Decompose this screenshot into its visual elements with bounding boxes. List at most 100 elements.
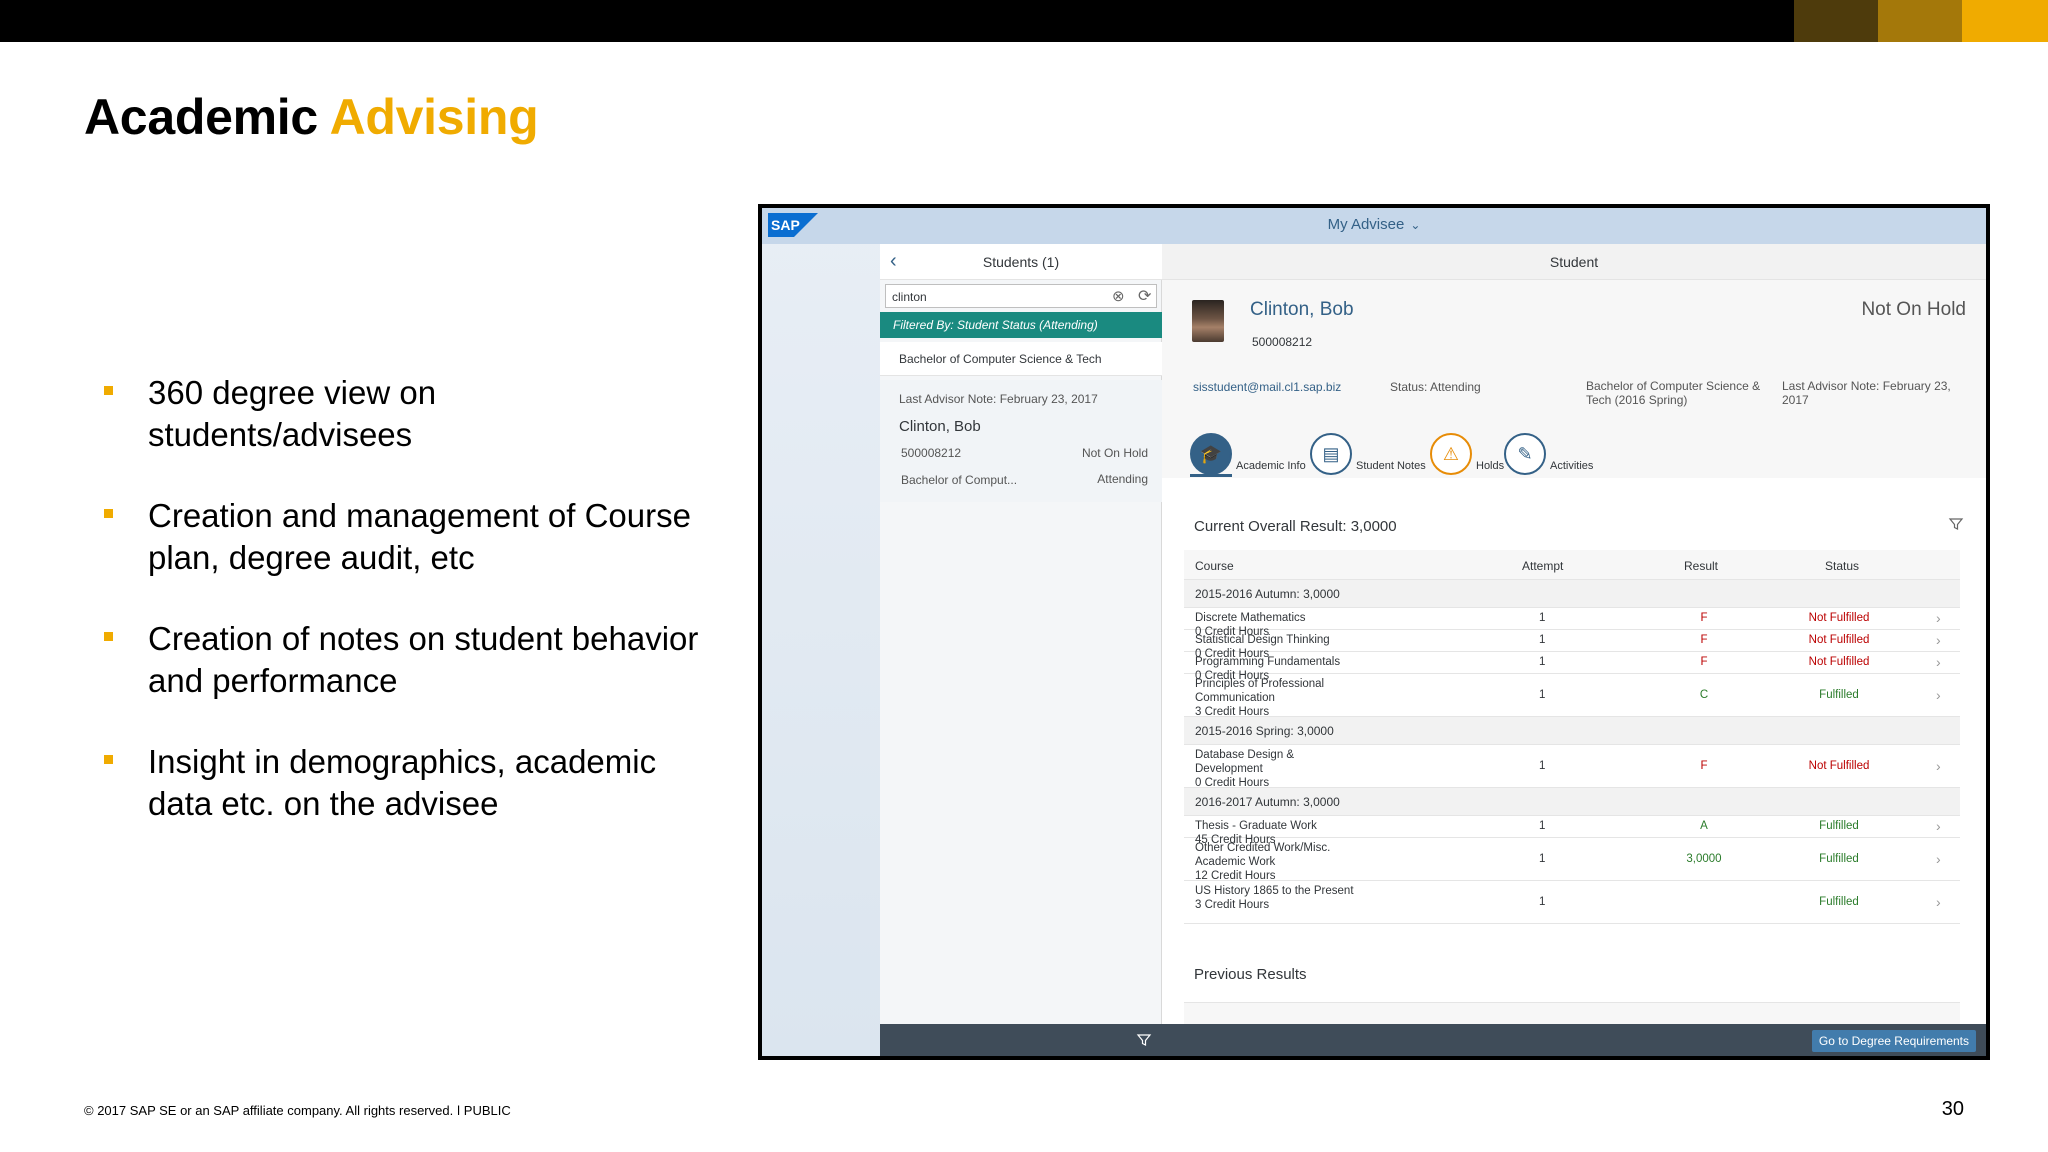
course-result: C [1699,689,1709,701]
course-status: Not Fulfilled [1808,656,1870,668]
student-list-item[interactable]: Last Advisor Note: February 23, 2017 Cli… [880,380,1162,502]
notes-icon: ▤ [1310,433,1352,475]
term-group-row: 2016-2017 Autumn: 3,0000 [1184,788,1960,816]
results-table-body: 2015-2016 Autumn: 3,0000 Discrete Mathema… [1184,580,1960,924]
course-result: F [1700,656,1708,668]
chevron-right-icon: › [1936,654,1941,670]
activities-icon: ✎ [1504,433,1546,475]
title-main: Academic [84,89,330,145]
go-to-degree-requirements-button[interactable]: Go to Degree Requirements [1811,1030,1976,1052]
course-result: A [1700,820,1708,832]
student-program: Bachelor of Comput... [901,473,1018,487]
table-row[interactable]: Programming Fundamentals 0 Credit Hours 1… [1184,652,1960,682]
course-attempt: 1 [1539,689,1546,701]
table-row[interactable]: Database Design & Development 0 Credit H… [1184,745,1960,789]
detail-student-id: 500008212 [1252,335,1313,349]
band-swatch-gold [1962,0,2048,42]
student-id: 500008212 [901,446,962,460]
course-attempt: 1 [1539,853,1546,865]
bullet-square-icon [104,509,113,518]
filter-icon[interactable] [1948,516,1964,532]
overall-result: Current Overall Result: 3,0000 [1194,518,1397,535]
table-row[interactable]: Principles of Professional Communication… [1184,674,1960,718]
course-status: Fulfilled [1819,853,1859,865]
course-status: Not Fulfilled [1808,634,1870,646]
student-search-input[interactable]: clinton ⊗ ⟳ [885,284,1157,308]
course-name: Other Credited Work/Misc. Academic Work … [1195,842,1331,882]
tab-label: Academic Info [1236,460,1306,472]
filter-icon[interactable] [1136,1032,1152,1048]
page-number: 30 [1941,1098,1964,1120]
table-row[interactable]: Other Credited Work/Misc. Academic Work … [1184,838,1960,882]
chevron-right-icon: › [1936,818,1941,834]
student-name: Clinton, Bob [899,418,981,435]
student-status: Attending [1097,472,1148,486]
bullet-item: Creation of notes on student behavior an… [100,618,700,702]
course-attempt: 1 [1539,896,1546,908]
course-attempt: 1 [1539,760,1546,772]
bullet-square-icon [104,386,113,395]
refresh-icon[interactable]: ⟳ [1138,286,1151,306]
course-name: Principles of Professional Communication… [1195,678,1325,718]
bullet-text: Creation of notes on student behavior an… [148,620,699,699]
student-email-link[interactable]: sisstudent@mail.cl1.sap.biz [1193,380,1341,394]
column-header-result: Result [1684,559,1719,573]
shell-title-menu[interactable]: My Advisee ⌄ [762,216,1986,233]
column-header-status: Status [1825,559,1860,573]
term-group-row: 2015-2016 Spring: 3,0000 [1184,717,1960,745]
course-attempt: 1 [1539,634,1546,646]
title-accent: Advising [329,89,539,145]
chevron-down-icon: ⌄ [1410,218,1421,232]
top-band [0,0,2048,42]
table-row[interactable]: Thesis - Graduate Work 45 Credit Hours 1 A… [1184,816,1960,846]
clear-icon[interactable]: ⊗ [1112,287,1125,305]
chevron-right-icon: › [1936,758,1941,774]
tab-label: Holds [1476,460,1505,472]
detail-status: Status: Attending [1390,380,1481,394]
search-value: clinton [892,290,927,304]
chevron-right-icon: › [1936,851,1941,867]
table-row[interactable]: US History 1865 to the Present 3 Credit … [1184,881,1960,924]
graduation-cap-icon: 🎓 [1190,433,1232,475]
app-screenshot: SAP My Advisee ⌄ ‹ Students (1) clinton ⊗… [758,204,1990,1060]
course-attempt: 1 [1539,612,1546,624]
column-header-attempt: Attempt [1522,559,1564,573]
student-list-panel: ‹ Students (1) clinton ⊗ ⟳ Filtered By: … [880,244,1162,1056]
shell-bar: SAP My Advisee ⌄ [762,208,1986,244]
bullet-text: Creation and management of Course plan, … [148,497,691,576]
slide-title: Academic Advising [84,88,539,146]
chevron-right-icon: › [1936,632,1941,648]
student-detail-panel: Student Clinton, Bob 500008212 Not On Ho… [1162,244,1986,1056]
band-swatch-mid [1878,0,1962,42]
band-swatch-dark [1794,0,1878,42]
detail-hold-status: Not On Hold [1861,299,1966,320]
detail-footer-bar: Go to Degree Requirements [1162,1024,1986,1056]
warning-icon: ⚠ [1430,433,1472,475]
course-status: Not Fulfilled [1808,612,1870,624]
bullet-item: Insight in demographics, academic data e… [100,741,700,825]
detail-advisor-note: Last Advisor Note: February 23, 2017 [1782,379,1951,407]
course-result: 3,0000 [1686,853,1722,865]
course-name: US History 1865 to the Present 3 Credit … [1195,885,1354,911]
active-tab-indicator [1190,474,1232,477]
detail-header: Student [1162,244,1986,280]
course-result: F [1700,760,1708,772]
course-result: F [1700,634,1708,646]
detail-student-name: Clinton, Bob [1250,299,1354,320]
student-header: Clinton, Bob 500008212 Not On Hold sisst… [1162,280,1986,478]
student-list-header: ‹ Students (1) [880,244,1162,280]
chevron-right-icon: › [1936,610,1941,626]
course-status: Fulfilled [1819,689,1859,701]
table-row[interactable]: Statistical Design Thinking 0 Credit Hou… [1184,630,1960,660]
bullet-text: 360 degree view on students/advisees [148,374,437,453]
copyright-footer: © 2017 SAP SE or an SAP affiliate compan… [84,1103,511,1118]
column-header-course: Course [1195,559,1234,573]
course-attempt: 1 [1539,656,1546,668]
course-status: Not Fulfilled [1808,760,1870,772]
table-row[interactable]: Discrete Mathematics 0 Credit Hours 1 F Not… [1184,608,1960,638]
course-name: Database Design & Development 0 Credit H… [1195,749,1295,789]
master-footer-bar [880,1024,1162,1056]
bullet-item: 360 degree view on students/advisees [100,372,700,456]
program-list-item[interactable]: Bachelor of Computer Science & Tech [880,342,1162,376]
student-hold-status: Not On Hold [1081,446,1148,460]
